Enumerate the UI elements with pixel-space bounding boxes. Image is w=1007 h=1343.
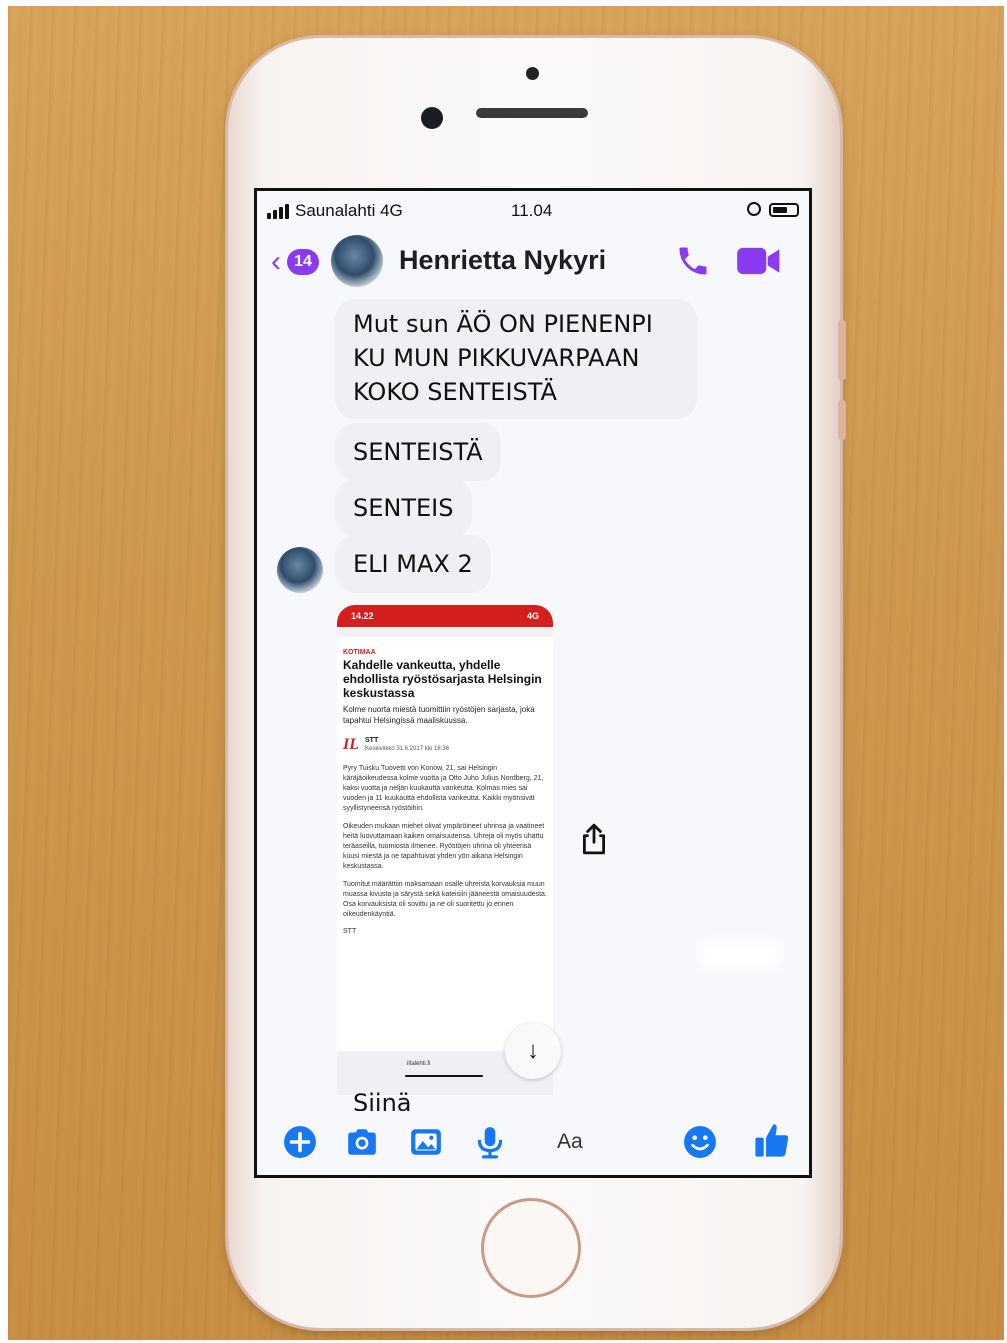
signal-strength-icon [267,204,289,219]
thumbs-up-icon[interactable] [753,1121,791,1159]
screenshot-url: iltalehti.fi [407,1061,431,1067]
plus-circle-icon[interactable] [283,1125,317,1159]
front-camera [421,107,443,129]
article-source: STT [343,928,357,935]
message-bubble[interactable]: Mut sun ÄÖ ON PIENENPI KU MUN PIKKUVARPA… [335,299,697,419]
power-button [838,320,846,380]
orientation-lock-icon [747,202,761,216]
camera-icon[interactable] [345,1125,379,1159]
proximity-sensor [526,67,539,80]
status-time: 11.04 [511,201,553,220]
partial-message: Siinä [353,1089,412,1113]
image-icon[interactable] [409,1125,443,1159]
share-icon[interactable] [581,823,607,855]
article-category: KOTIMAA [343,649,376,656]
article-lead: Kolme nuorta miestä tuomittiin ryöstöjen… [343,705,535,725]
back-unread-badge[interactable]: 14 [287,249,319,275]
smiley-icon[interactable] [683,1125,717,1159]
home-button[interactable] [481,1198,581,1298]
screen-glare [700,940,780,970]
carrier-label: Saunalahti 4G [295,201,403,220]
screenshot-nav-bar [337,627,553,637]
publisher-logo: IL [343,736,359,753]
contact-name[interactable]: Henrietta Nykyri [399,245,606,276]
message-bubble[interactable]: SENTEISTÄ [335,423,501,481]
composer-bar [257,1111,809,1175]
screenshot-status-bar: 14.22 4G [337,605,553,627]
volume-button [838,400,846,440]
message-bubble[interactable]: ELI MAX 2 [335,535,491,593]
article-headline: Kahdelle vankeutta, yhdelle ehdollista r… [343,658,542,700]
home-indicator [405,1075,483,1077]
screenshot-network: 4G [526,611,539,621]
battery-icon [769,203,799,217]
message-input[interactable] [543,1121,693,1163]
message-bubble[interactable]: SENTEIS [335,479,472,537]
earpiece-speaker [476,108,588,118]
message-text: SENTEISTÄ [353,438,483,466]
conversation-header: ‹ 14 Henrietta Nykyri [257,229,809,291]
back-chevron-icon[interactable]: ‹ [271,247,281,277]
message-text: Mut sun ÄÖ ON PIENENPI KU MUN PIKKUVARPA… [353,310,653,406]
microphone-icon[interactable] [473,1125,507,1159]
contact-avatar[interactable] [331,235,383,287]
screenshot-time: 14.22 [351,611,374,621]
article-paragraph: Oikeuden mukaan miehet olivat ympäröinee… [343,823,545,870]
arrow-down-icon[interactable]: ↓ [505,1023,561,1079]
status-bar: Saunalahti 4G 11.04 [257,191,809,229]
phone-icon[interactable] [675,243,711,279]
sender-avatar[interactable] [277,547,323,593]
byline-author: STT [365,737,379,744]
article-byline: IL STT Keskiviikko 31.6.2017 klo 18:36 [343,736,547,754]
byline-date: Keskiviikko 31.6.2017 klo 18:36 [365,746,450,752]
message-text: ELI MAX 2 [353,550,473,578]
article-paragraph: Pyry Tuisku Tuovetti von Konow, 21, sai … [343,765,544,812]
phone-screen: Saunalahti 4G 11.04 ‹ 14 Henrietta Nykyr… [254,188,812,1178]
video-camera-icon[interactable] [737,245,781,277]
message-text: SENTEIS [353,494,454,522]
article-paragraph: Tuomitut määrättiin maksamaan osalle uhr… [343,881,547,918]
shared-screenshot[interactable]: 14.22 4G KOTIMAA Kahdelle vankeutta, yhd… [337,605,553,1095]
